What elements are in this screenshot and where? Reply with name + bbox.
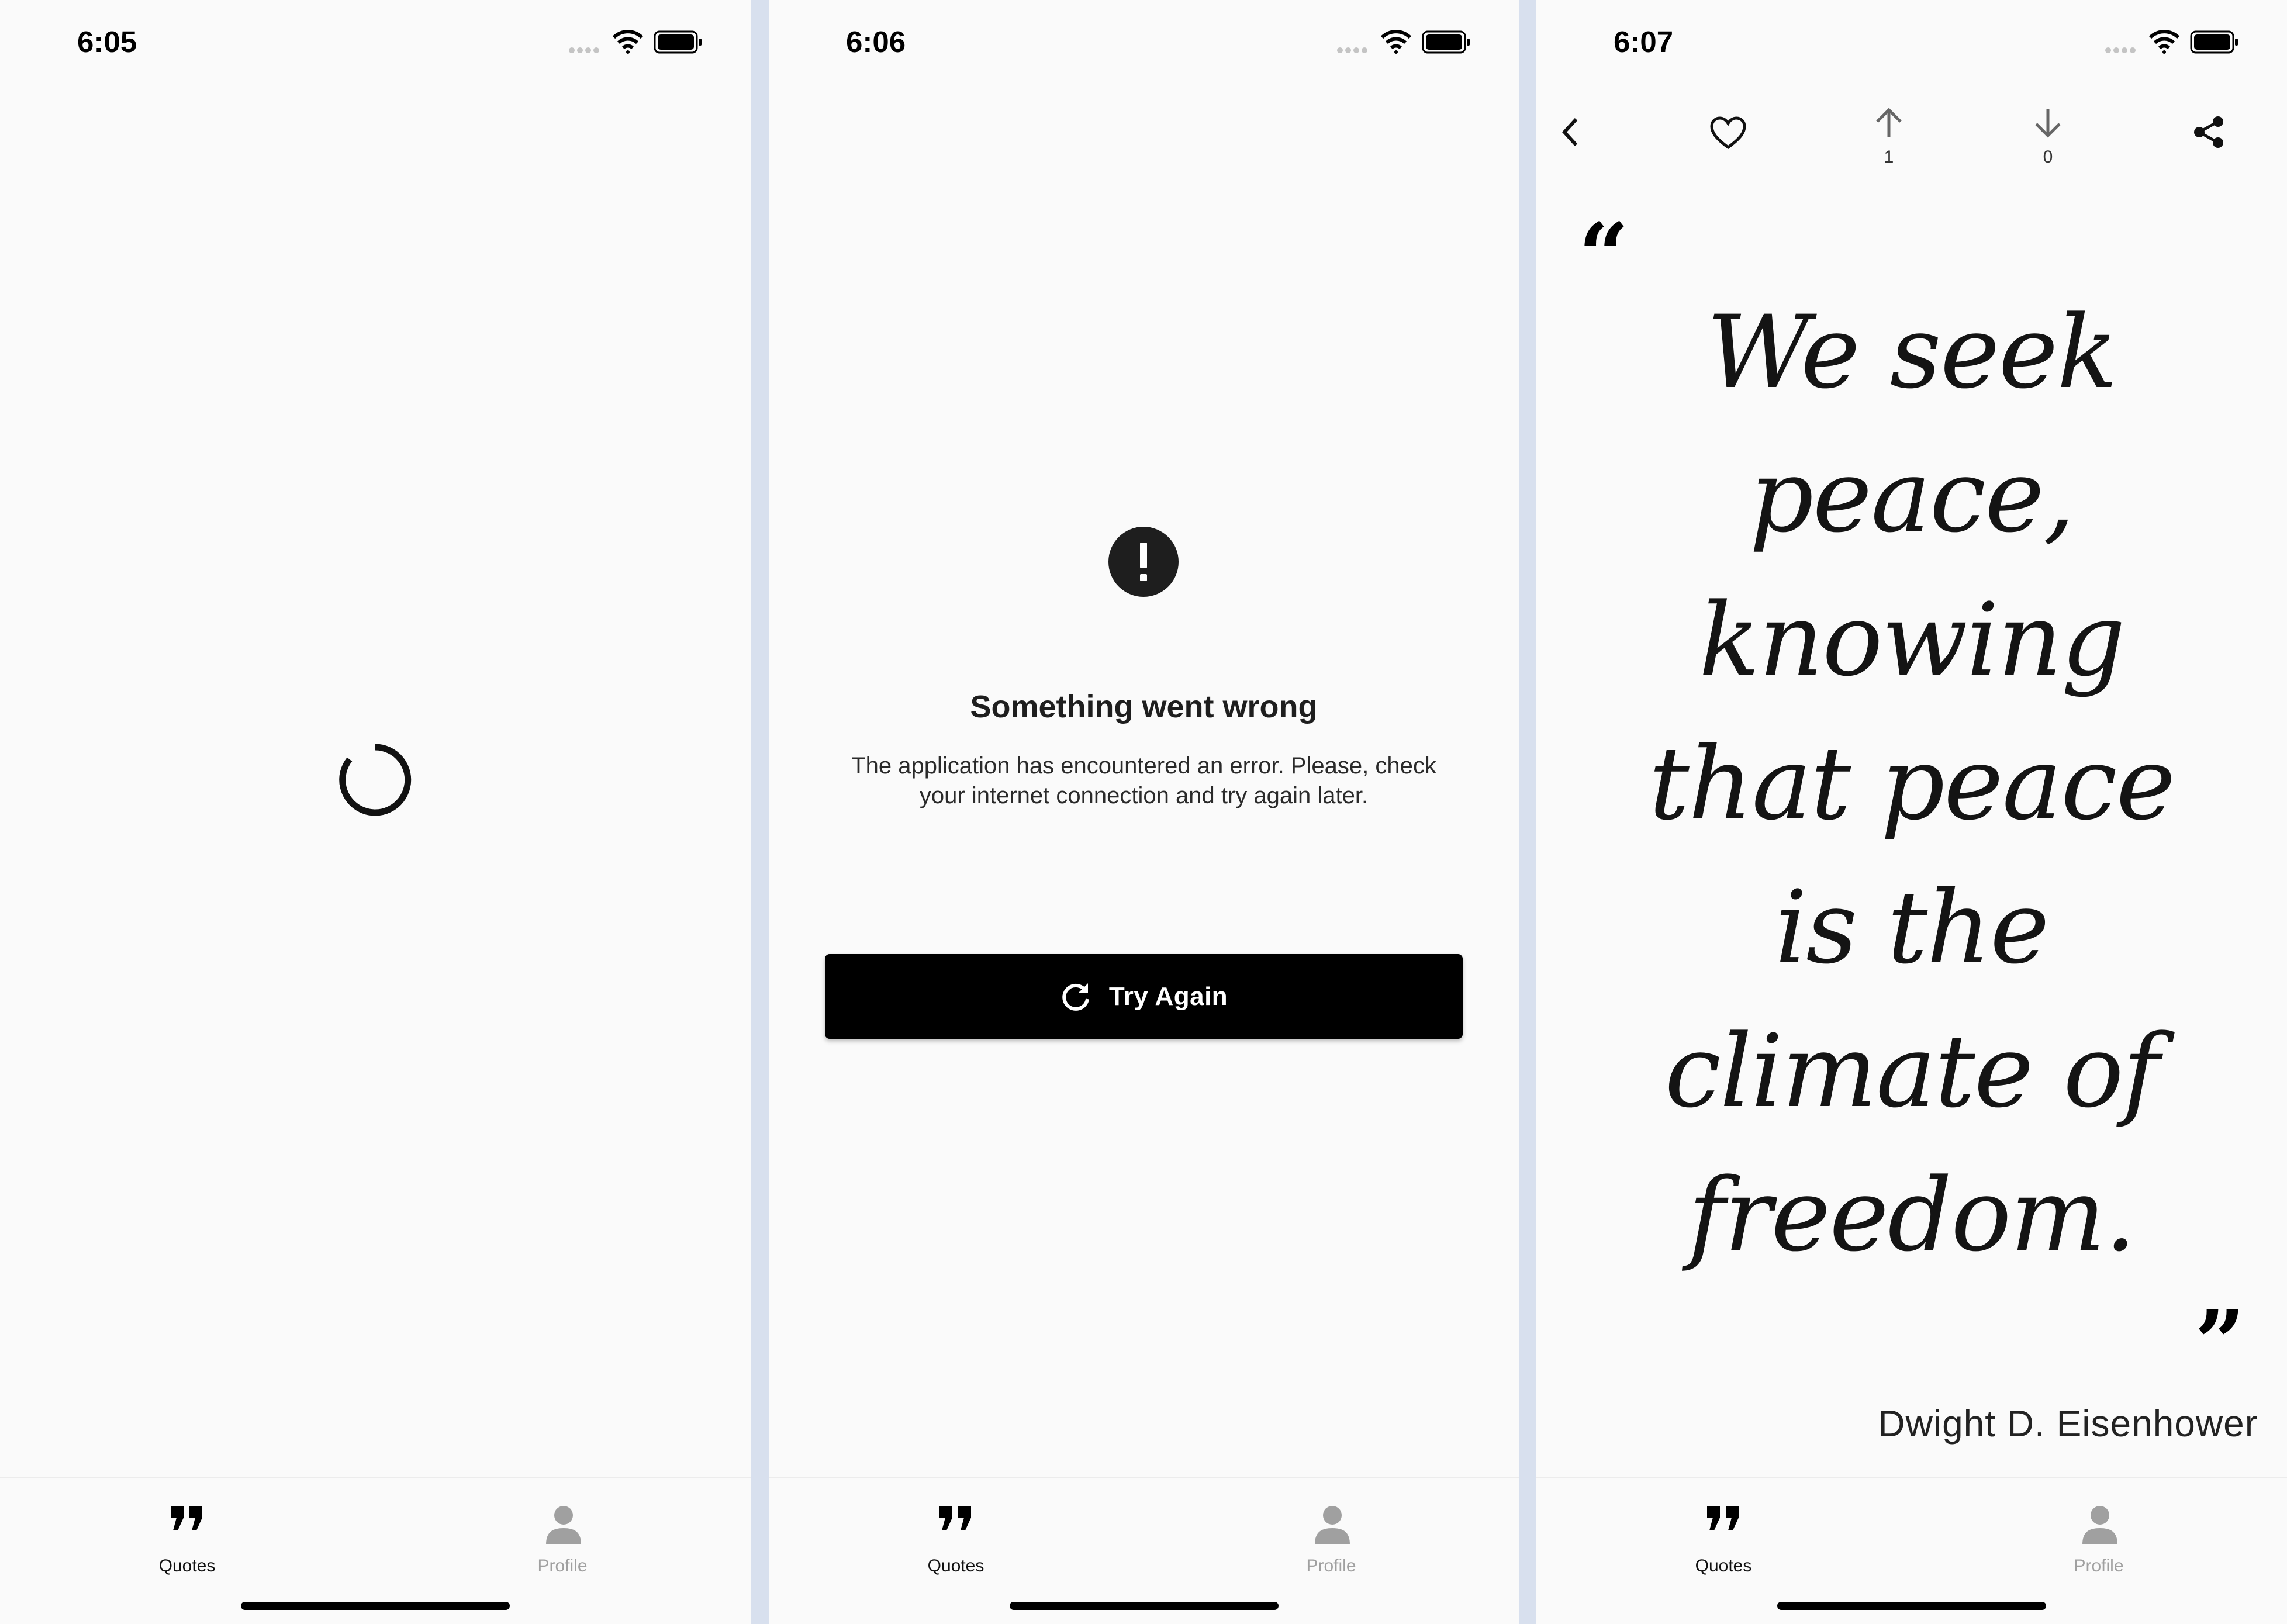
status-time: 6:05: [77, 25, 137, 58]
signal-icon: [2105, 47, 2136, 53]
open-quote-mark: “: [1578, 204, 1629, 307]
tab-label-quotes: Quotes: [1695, 1556, 1752, 1575]
battery-icon: [2190, 30, 2238, 54]
chevron-left-icon: [1561, 118, 1578, 147]
downvote-count: 0: [2043, 147, 2053, 167]
tab-label-quotes: Quotes: [927, 1556, 984, 1575]
tab-profile[interactable]: Profile: [2023, 1493, 2175, 1581]
refresh-icon: [1062, 983, 1089, 1011]
tab-label-profile: Profile: [1306, 1556, 1356, 1575]
favorite-button[interactable]: [1693, 105, 1763, 175]
bottom-tab-bar: Quotes Profile: [1536, 1477, 2287, 1624]
person-icon: [546, 1506, 581, 1544]
close-quote-mark: ”: [2195, 1291, 2245, 1394]
tab-profile[interactable]: Profile: [1255, 1493, 1407, 1581]
format-quote-icon: [939, 1506, 971, 1530]
arrow-up-icon: [1876, 108, 1902, 137]
tab-quotes[interactable]: Quotes: [1647, 1493, 1799, 1581]
home-indicator: [1009, 1602, 1279, 1610]
quote-author: Dwight D. Eisenhower: [1878, 1402, 2258, 1445]
loading-spinner: [339, 744, 412, 816]
heart-outline-icon: [1710, 116, 1746, 150]
bottom-tab-bar: Quotes Profile: [0, 1477, 751, 1624]
wifi-icon: [613, 30, 643, 54]
status-bar-icons: [2105, 29, 2239, 55]
signal-icon: [1337, 47, 1367, 53]
tab-profile[interactable]: Profile: [486, 1493, 638, 1581]
wifi-icon: [1381, 30, 1411, 54]
battery-icon: [654, 30, 702, 54]
back-button[interactable]: [1536, 105, 1607, 175]
try-again-label: Try Again: [1108, 982, 1228, 1011]
person-icon: [2082, 1506, 2117, 1544]
bottom-tab-bar: Quotes Profile: [769, 1477, 1519, 1624]
upvote-button[interactable]: 1: [1854, 105, 1924, 175]
tab-label-quotes: Quotes: [158, 1556, 216, 1575]
quote-screen: 6:07 1 0 “ We seek peace, knowing that p…: [1536, 0, 2287, 1624]
home-indicator: [1777, 1602, 2046, 1610]
home-indicator: [241, 1602, 510, 1610]
error-message: The application has encountered an error…: [851, 753, 1436, 808]
upvote-count: 1: [1884, 147, 1894, 167]
signal-icon: [569, 47, 599, 53]
wifi-icon: [2149, 30, 2179, 54]
format-quote-icon: [1707, 1506, 1739, 1530]
tab-quotes[interactable]: Quotes: [880, 1493, 1032, 1581]
quote-text: We seek peace, knowing that peace is the…: [1649, 293, 2176, 1274]
status-bar-icons: [568, 29, 703, 55]
tab-quotes[interactable]: Quotes: [111, 1493, 263, 1581]
battery-icon: [1422, 30, 1470, 54]
format-quote-icon: [171, 1506, 202, 1530]
loading-screen: 6:05 Quotes Profile: [0, 0, 751, 1624]
error-title: Something went wrong: [970, 689, 1318, 724]
quote-toolbar: 1 0: [1536, 105, 2287, 187]
share-icon: [2194, 116, 2223, 148]
error-screen: 6:06 Something went wrong The applicatio…: [769, 0, 1519, 1624]
share-button[interactable]: [2174, 105, 2244, 175]
status-time: 6:06: [846, 25, 906, 58]
try-again-button[interactable]: Try Again: [825, 954, 1463, 1039]
status-time: 6:07: [1614, 25, 1674, 58]
downvote-button[interactable]: 0: [2013, 105, 2083, 175]
status-bar-icons: [1336, 29, 1471, 55]
arrow-down-icon: [2035, 109, 2061, 138]
person-icon: [1315, 1506, 1350, 1544]
tab-label-profile: Profile: [2074, 1556, 2124, 1575]
exclamation-circle-icon: [1108, 527, 1179, 597]
tab-label-profile: Profile: [537, 1556, 588, 1575]
